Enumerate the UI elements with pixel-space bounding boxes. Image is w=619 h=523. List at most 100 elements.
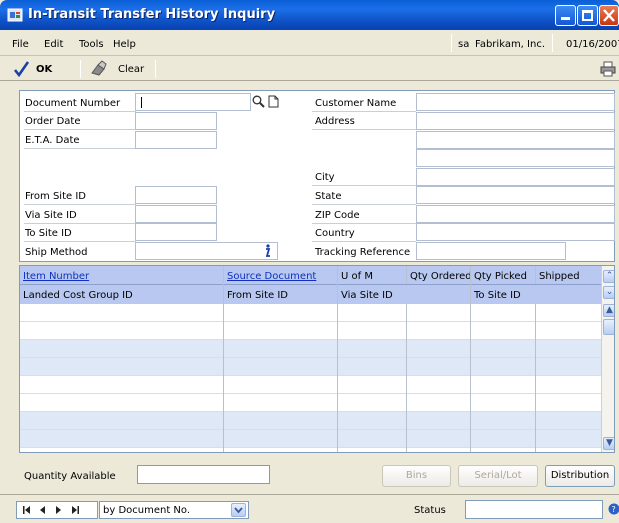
ok-button[interactable]: OK [10, 58, 70, 80]
transfer-lines-grid: Item Number Source Document U of M Qty O… [19, 265, 615, 453]
ship-method-field [135, 242, 278, 260]
column-to-site: To Site ID [474, 290, 521, 301]
collapse-rows-icon[interactable]: ⌄ [603, 286, 614, 299]
city-field [416, 168, 615, 186]
table-row[interactable] [20, 394, 601, 412]
next-record-icon[interactable] [53, 505, 63, 515]
svg-text:?: ? [612, 505, 616, 514]
grid-scrollbar[interactable]: ⌃ ⌄ ▲ ▼ [601, 266, 614, 452]
table-row[interactable] [20, 412, 601, 430]
eraser-icon [91, 60, 107, 76]
maximize-icon [582, 10, 593, 21]
column-from-site: From Site ID [227, 290, 288, 301]
sort-by-dropdown[interactable]: by Document No. [99, 501, 249, 519]
window-title: In-Transit Transfer History Inquiry [28, 7, 276, 22]
from-site-label: From Site ID [25, 191, 86, 202]
divider [312, 129, 416, 130]
help-icon[interactable]: ? [608, 503, 619, 515]
toolbar: OK Clear [0, 57, 619, 81]
column-u-of-m: U of M [341, 271, 373, 282]
record-navigator [16, 501, 98, 519]
info-icon[interactable] [262, 244, 272, 258]
table-row[interactable] [20, 322, 601, 340]
scroll-down-arrow[interactable]: ▼ [603, 437, 614, 450]
to-site-label: To Site ID [25, 228, 72, 239]
lookup-icon[interactable] [252, 95, 265, 108]
divider [312, 111, 416, 112]
first-record-icon[interactable] [22, 505, 32, 515]
new-document-icon[interactable] [267, 95, 280, 108]
divider [24, 204, 136, 205]
clear-label: Clear [118, 64, 145, 75]
bins-button[interactable]: Bins [382, 465, 451, 487]
quantity-available-label: Quantity Available [24, 471, 116, 482]
expand-rows-icon[interactable]: ⌃ [603, 270, 614, 283]
column-divider [406, 266, 407, 284]
ok-label: OK [36, 64, 53, 75]
maximize-button[interactable] [577, 5, 598, 26]
divider [312, 223, 416, 224]
column-divider [223, 266, 224, 452]
divider [24, 223, 136, 224]
menu-edit[interactable]: Edit [44, 39, 63, 50]
divider [24, 241, 136, 242]
address-label: Address [315, 116, 355, 127]
column-divider [535, 266, 536, 284]
menu-help[interactable]: Help [113, 39, 136, 50]
company-name: Fabrikam, Inc. [475, 39, 546, 50]
tracking-reference-field [416, 242, 566, 260]
printer-icon[interactable] [600, 61, 616, 77]
via-site-label: Via Site ID [25, 210, 77, 221]
text-caret [141, 97, 142, 108]
order-date-label: Order Date [25, 116, 81, 127]
last-record-icon[interactable] [70, 505, 80, 515]
table-row[interactable] [20, 430, 601, 448]
close-button[interactable] [599, 5, 619, 26]
sort-by-value: by Document No. [103, 505, 191, 516]
user-date: 01/16/2007 [566, 39, 619, 50]
divider [24, 148, 136, 149]
column-qty-picked: Qty Picked [474, 271, 527, 282]
app-window-icon [7, 8, 23, 22]
scroll-thumb[interactable] [603, 319, 614, 335]
from-site-field [135, 186, 217, 204]
column-shipped: Shipped [539, 271, 580, 282]
state-field [416, 186, 615, 204]
table-row[interactable] [20, 340, 601, 358]
address-line-2-field [416, 131, 615, 149]
column-via-site: Via Site ID [341, 290, 393, 301]
chevron-down-icon[interactable] [231, 503, 246, 517]
column-source-document[interactable]: Source Document [227, 271, 316, 282]
column-landed-cost-group: Landed Cost Group ID [23, 290, 133, 301]
table-row[interactable] [20, 304, 601, 322]
table-row[interactable] [20, 376, 601, 394]
close-icon [603, 9, 615, 22]
divider [312, 185, 416, 186]
table-row[interactable] [20, 358, 601, 376]
eta-date-label: E.T.A. Date [25, 135, 80, 146]
column-item-number[interactable]: Item Number [23, 271, 89, 282]
tracking-reference-label: Tracking Reference [315, 247, 411, 258]
previous-record-icon[interactable] [38, 505, 48, 515]
distribution-label: Distribution [550, 470, 610, 481]
clear-button[interactable]: Clear [88, 58, 148, 80]
document-number-input[interactable] [135, 93, 251, 111]
menu-file[interactable]: File [12, 39, 29, 50]
address-line-3-field [416, 149, 615, 167]
distribution-button[interactable]: Distribution [545, 465, 615, 487]
minimize-button[interactable] [555, 5, 576, 26]
to-site-field [135, 223, 217, 241]
user-id: sa [458, 39, 470, 50]
quantity-available-field [137, 465, 270, 484]
bins-label: Bins [405, 470, 428, 481]
title-bar: In-Transit Transfer History Inquiry [0, 0, 619, 30]
header-panel: Document Number Order Date E.T.A. Date F… [19, 90, 615, 262]
status-field [465, 500, 603, 519]
menu-tools[interactable]: Tools [79, 39, 104, 50]
divider [24, 111, 136, 112]
order-date-field [135, 112, 217, 130]
scroll-up-arrow[interactable]: ▲ [603, 304, 614, 317]
divider [312, 241, 416, 242]
serial-lot-button[interactable]: Serial/Lot [458, 465, 538, 487]
toolbar-divider [80, 60, 81, 78]
